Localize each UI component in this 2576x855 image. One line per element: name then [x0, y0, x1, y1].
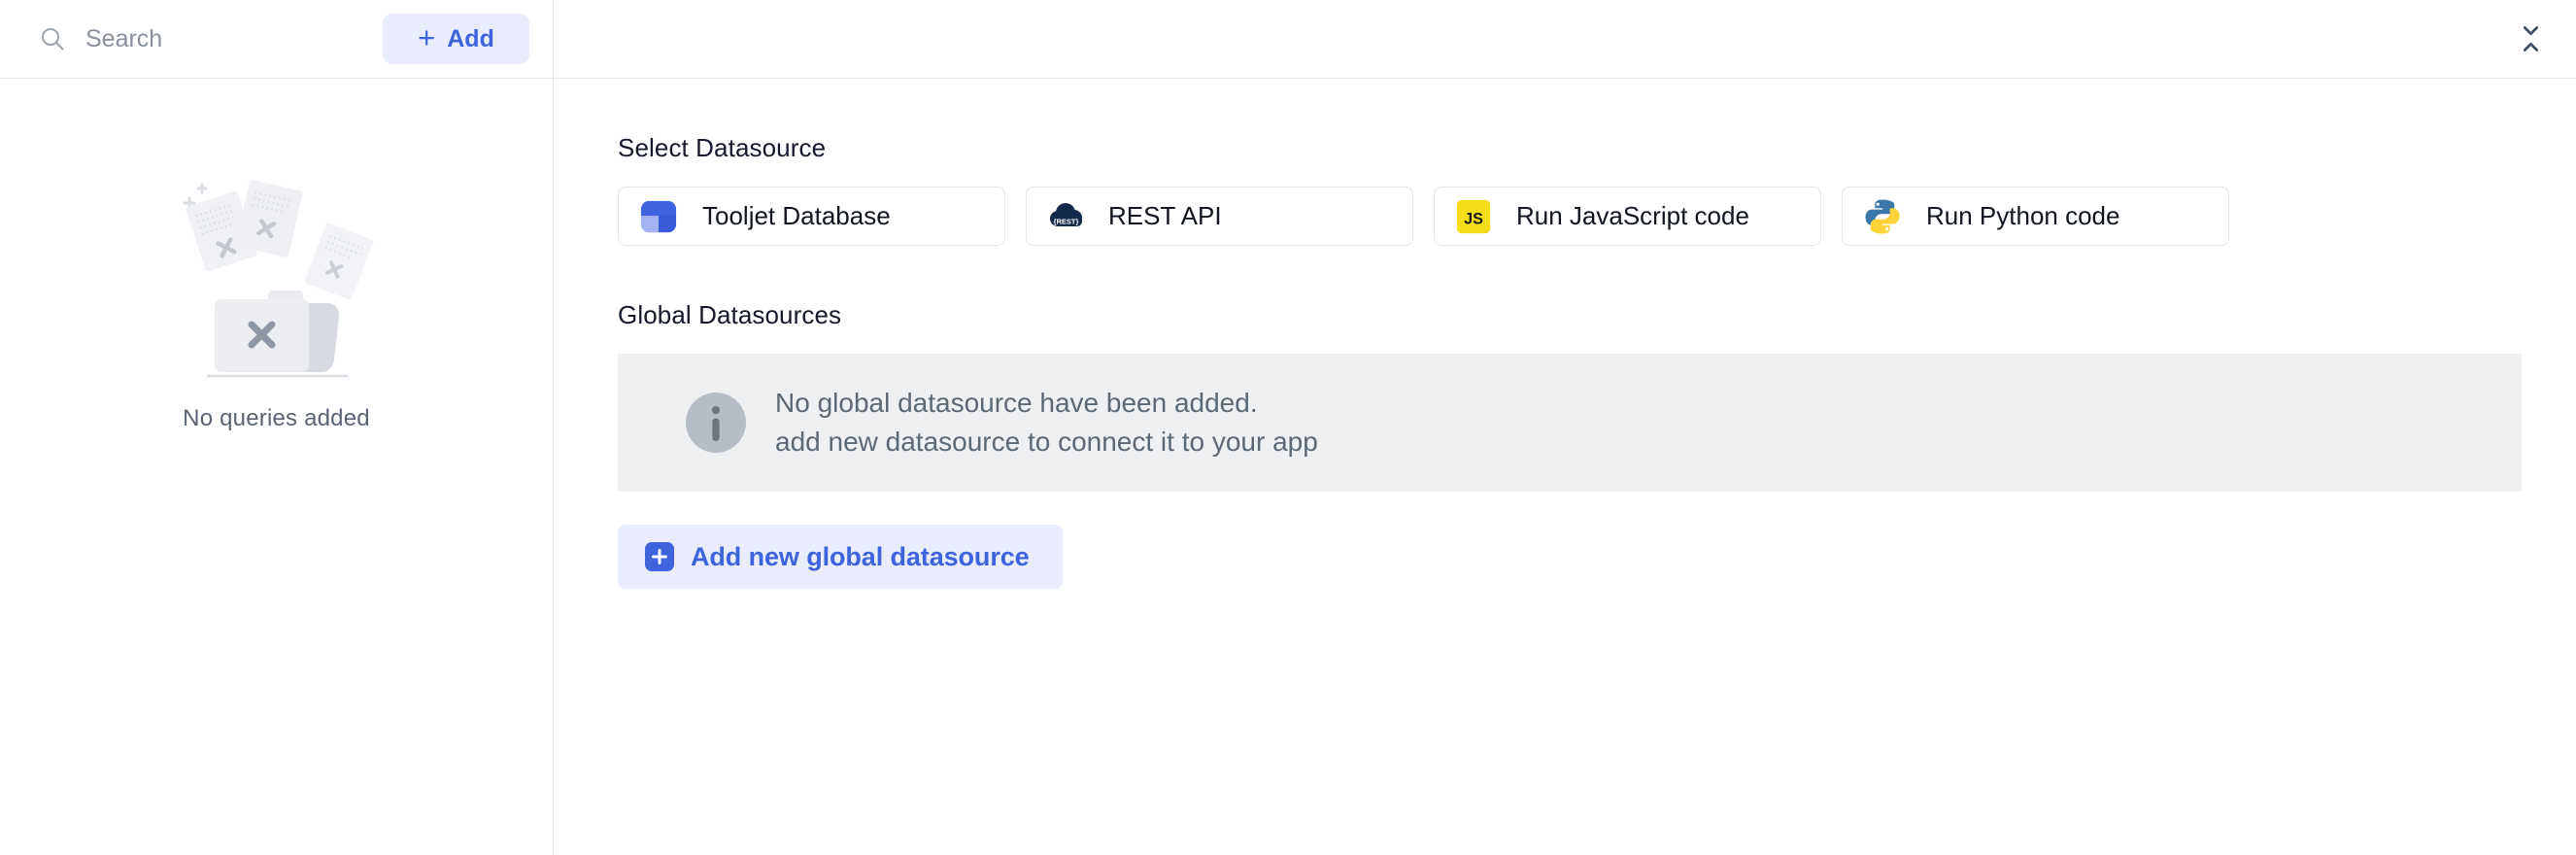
search-icon	[39, 25, 66, 52]
collapse-panel-button[interactable]	[2515, 17, 2547, 60]
info-message-line1: No global datasource have been added.	[775, 384, 1318, 423]
datasource-card-label: REST API	[1108, 201, 1222, 231]
add-query-button[interactable]: + Add	[383, 14, 529, 64]
empty-queries-folder-illustration	[180, 164, 374, 384]
global-datasources-heading: Global Datasources	[618, 300, 2522, 330]
add-global-datasource-label: Add new global datasource	[691, 542, 1030, 572]
query-list-toolbar: + Add	[0, 0, 554, 79]
svg-text:{REST}: {REST}	[1054, 217, 1079, 225]
datasource-card-rest-api[interactable]: {REST} REST API	[1026, 187, 1413, 246]
add-global-datasource-button[interactable]: Add new global datasource	[618, 525, 1063, 589]
plus-square-icon	[645, 542, 674, 571]
collapse-panel-icon	[2519, 21, 2543, 56]
datasource-card-label: Run Python code	[1926, 201, 2119, 231]
search-input[interactable]	[85, 25, 383, 53]
info-message-line2: add new datasource to connect it to your…	[775, 423, 1318, 462]
tooljet-database-icon	[638, 196, 679, 237]
datasource-card-row: Tooljet Database {REST} REST API	[618, 187, 2522, 246]
query-list-empty-state: No queries added	[0, 79, 554, 855]
datasource-card-run-python[interactable]: Run Python code	[1842, 187, 2229, 246]
panel-header	[554, 0, 2576, 79]
python-icon	[1862, 196, 1903, 237]
add-query-label: Add	[447, 25, 494, 53]
datasource-card-tooljet-database[interactable]: Tooljet Database	[618, 187, 1005, 246]
empty-state-caption: No queries added	[183, 405, 370, 432]
info-message: No global datasource have been added. ad…	[775, 384, 1318, 462]
javascript-icon: JS	[1454, 197, 1493, 236]
plus-icon: +	[418, 22, 435, 52]
svg-text:JS: JS	[1464, 210, 1483, 227]
datasource-card-run-javascript[interactable]: JS Run JavaScript code	[1434, 187, 1821, 246]
datasource-picker: Select Datasource Tooljet Database	[554, 79, 2576, 855]
rest-api-icon: {REST}	[1046, 197, 1085, 236]
info-icon	[686, 393, 746, 453]
select-datasource-heading: Select Datasource	[618, 133, 2522, 163]
datasource-card-label: Tooljet Database	[702, 201, 891, 231]
query-panel: + Add	[0, 0, 2576, 855]
search-field[interactable]	[39, 25, 383, 53]
datasource-card-label: Run JavaScript code	[1516, 201, 1749, 231]
no-global-datasource-info-box: No global datasource have been added. ad…	[618, 354, 2522, 492]
